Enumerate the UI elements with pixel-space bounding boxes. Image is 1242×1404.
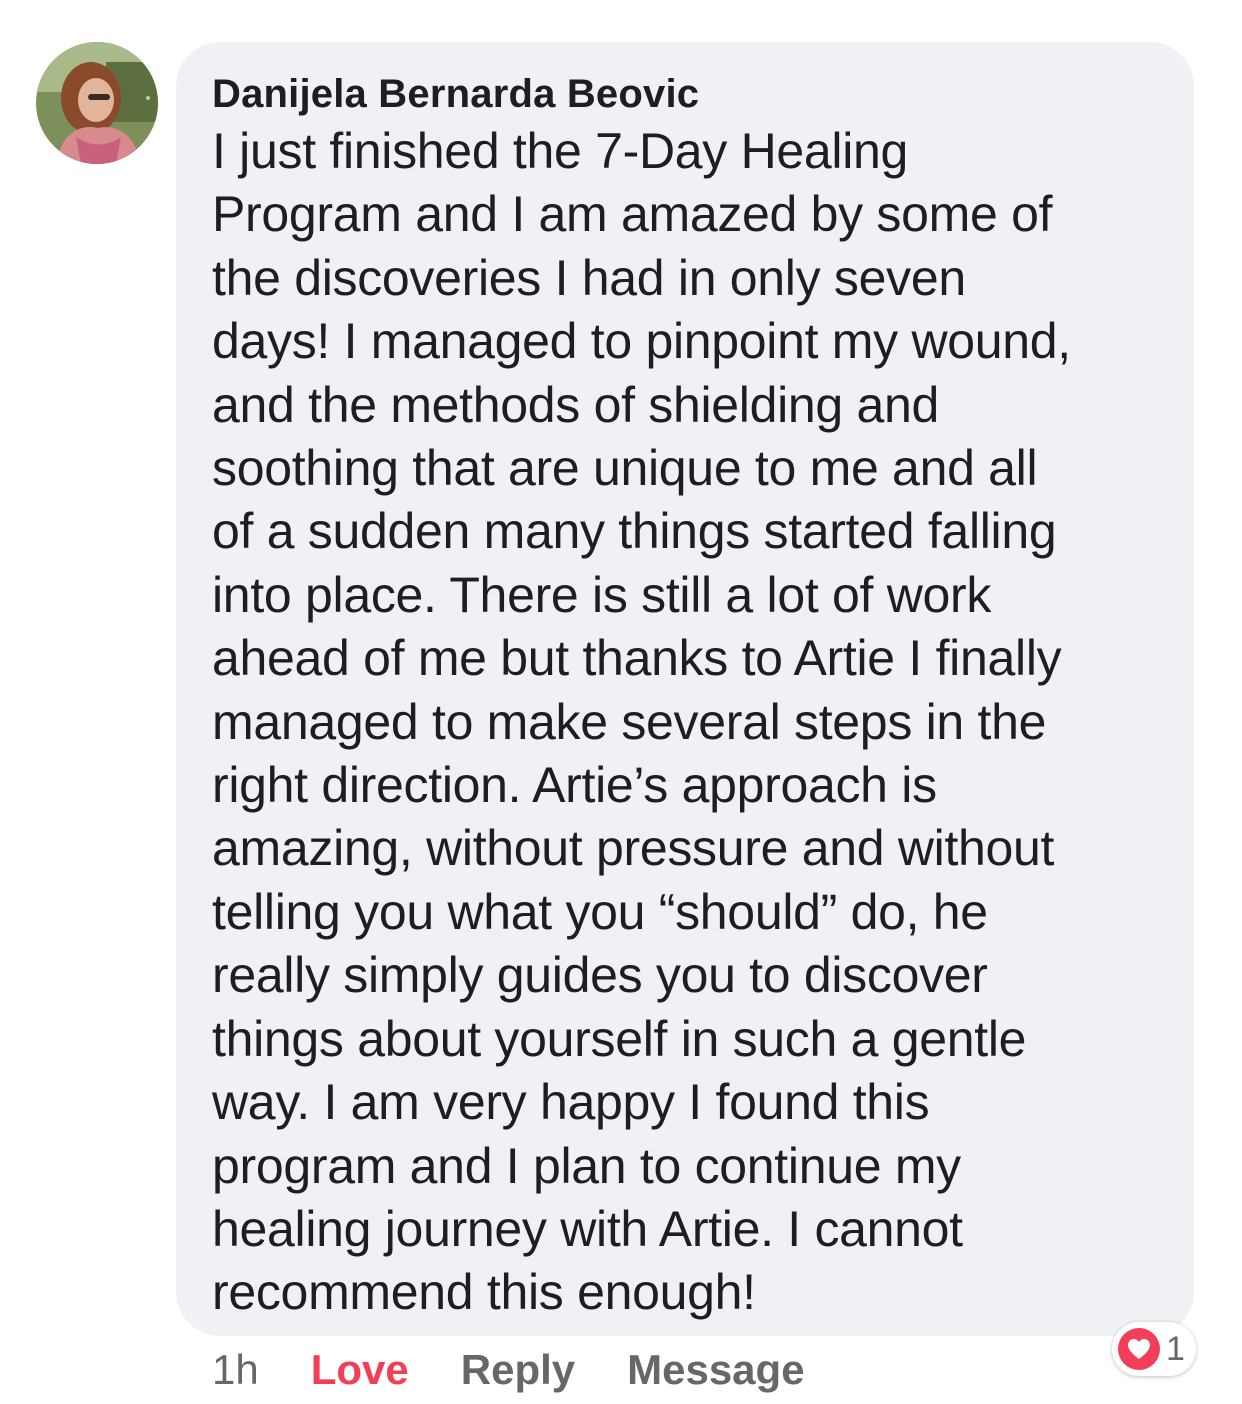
- comment-line: right direction. Artie’s approach is: [212, 757, 937, 814]
- comment-line: recommend this enough!: [212, 1264, 756, 1321]
- comment-line: the discoveries I had in only seven: [212, 249, 966, 306]
- comment-line: really simply guides you to discover: [212, 947, 988, 1004]
- comment-line: telling you what you “should” do, he: [212, 883, 988, 940]
- comment-line: and the methods of shielding and: [212, 376, 940, 433]
- comment-line: soothing that are unique to me and all: [212, 440, 1038, 497]
- message-button[interactable]: Message: [627, 1346, 804, 1394]
- timestamp: 1h: [212, 1346, 259, 1393]
- comment-line: days! I managed to pinpoint my wound,: [212, 313, 1071, 370]
- avatar[interactable]: [36, 42, 158, 164]
- comment-line: of a sudden many things started falling: [212, 503, 1057, 560]
- comment-line: managed to make several steps in the: [212, 693, 1047, 750]
- comment-line: amazing, without pressure and without: [212, 820, 1055, 877]
- profile-photo: [36, 42, 158, 164]
- comment-line: I just finished the 7-Day Healing: [212, 123, 909, 179]
- comment-line: Program and I am amazed by some of: [212, 186, 1053, 243]
- comment-line: things about yourself in such a gentle: [212, 1010, 1027, 1067]
- heart-icon: [1118, 1328, 1160, 1370]
- comment-line: way. I am very happy I found this: [212, 1074, 930, 1131]
- author-name[interactable]: Danijela Bernarda Beovic: [212, 70, 1164, 118]
- comment-line: into place. There is still a lot of work: [212, 566, 992, 623]
- comment-bubble: Danijela Bernarda Beovic I just finished…: [176, 42, 1194, 1336]
- comment-line: program and I plan to continue my: [212, 1137, 961, 1194]
- love-button[interactable]: Love: [311, 1346, 409, 1394]
- reaction-badge[interactable]: 1: [1112, 1322, 1196, 1376]
- comment-line: healing journey with Artie. I cannot: [212, 1200, 963, 1257]
- comment-text: I just finished the 7-Day Healing Progra…: [212, 120, 1164, 1325]
- reply-button[interactable]: Reply: [461, 1346, 575, 1394]
- comment-actions: 1h Love Reply Message: [212, 1346, 857, 1394]
- reaction-count: 1: [1166, 1329, 1185, 1368]
- comment: Danijela Bernarda Beovic I just finished…: [0, 0, 1242, 1404]
- comment-line: ahead of me but thanks to Artie I finall…: [212, 630, 1062, 687]
